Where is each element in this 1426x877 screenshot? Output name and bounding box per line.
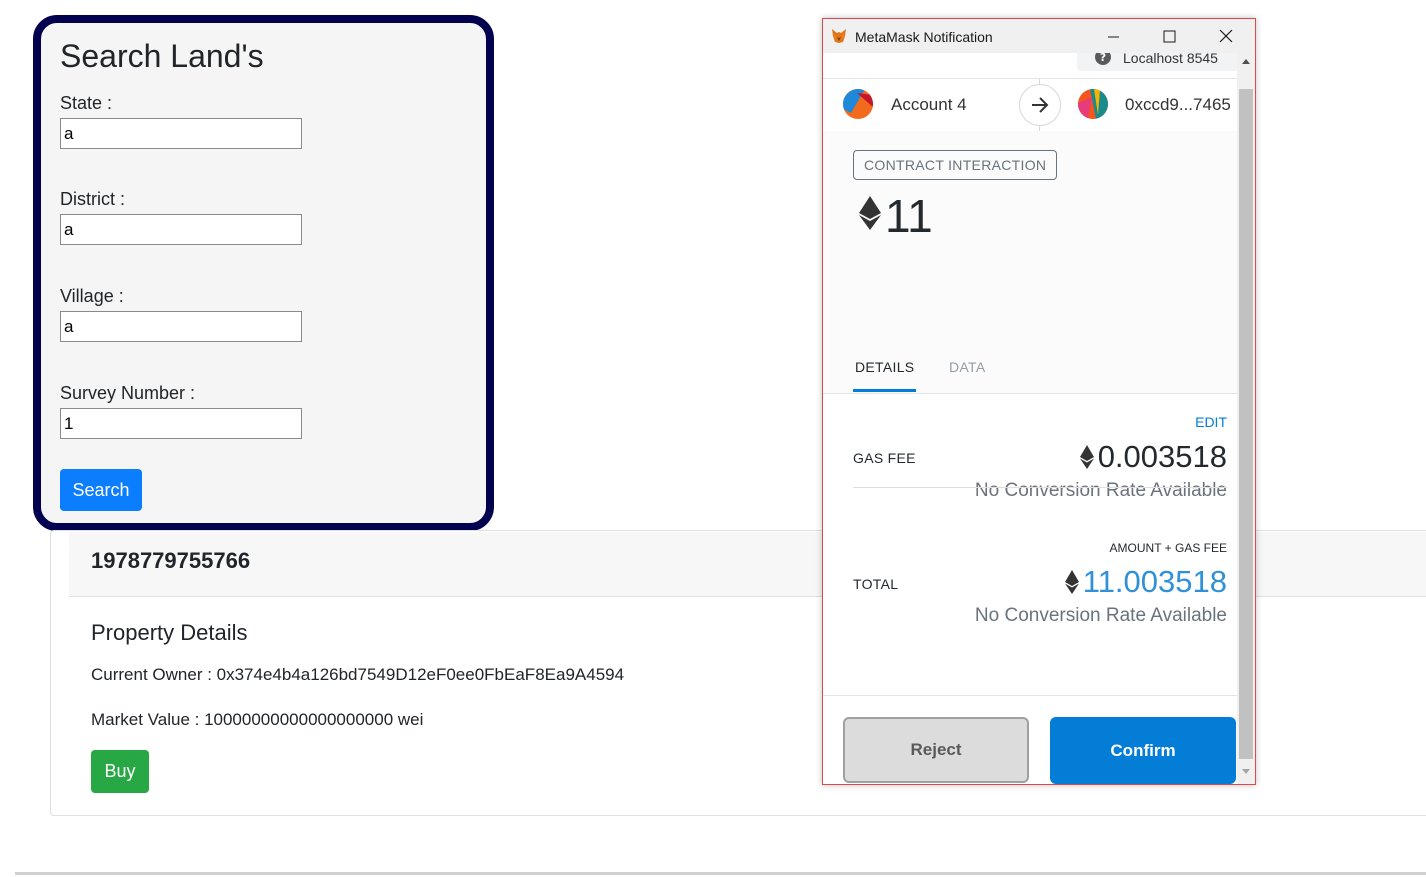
page-bottom-divider [15,872,1426,875]
network-name: Localhost 8545 [1123,53,1218,66]
metamask-window: MetaMask Notification ? Localhost 8545 A… [822,18,1256,785]
account-avatar-icon [1078,89,1108,119]
from-account-name: Account 4 [891,95,967,114]
transaction-summary: CONTRACT INTERACTION 11 [823,131,1237,341]
footer-divider [823,695,1237,696]
market-value-text: Market Value : 10000000000000000000 wei [91,710,424,729]
village-label: Village : [60,286,124,306]
survey-number-input[interactable] [60,408,302,439]
help-icon: ? [1095,53,1111,65]
scroll-up-icon[interactable] [1242,59,1250,64]
edit-gas-link[interactable]: EDIT [1195,414,1227,430]
details-tabs: DETAILS DATA [823,341,1237,394]
search-button[interactable]: Search [60,469,142,511]
to-account-address: 0xccd9...7465 [1125,95,1231,114]
state-input[interactable] [60,118,302,149]
search-title: Search Land's [60,38,264,74]
svg-text:?: ? [1100,53,1106,64]
tab-data[interactable]: DATA [949,359,985,375]
detail-divider [853,487,1227,488]
district-label: District : [60,189,125,209]
total-label: TOTAL [853,576,899,592]
account-avatar-icon [843,89,873,119]
total-conversion-text: No Conversion Rate Available [974,605,1227,626]
gas-fee-value: 0.003518 [1079,439,1227,475]
gas-fee-label: GAS FEE [853,450,916,466]
minimize-icon[interactable] [1099,25,1127,47]
transaction-amount: 11 [885,190,933,242]
metamask-content: ? Localhost 8545 Account 4 0xccd9...7465… [823,53,1237,784]
ethereum-icon [1079,445,1094,469]
arrow-circle [1019,84,1061,126]
scroll-thumb[interactable] [1239,89,1253,759]
arrow-right-icon [1032,97,1049,113]
maximize-icon[interactable] [1155,25,1183,47]
village-input[interactable] [60,311,302,342]
network-indicator[interactable]: ? Localhost 8545 [1077,53,1237,71]
scrollbar[interactable] [1237,53,1255,784]
window-title: MetaMask Notification [855,29,993,45]
account-row: Account 4 0xccd9...7465 [823,78,1237,132]
state-label: State : [60,93,113,113]
current-owner-text: Current Owner : 0x374e4b4a126bd7549D12eF… [91,665,625,684]
survey-number-label: Survey Number : [60,383,196,403]
gas-fee-amount: 0.003518 [1097,439,1227,474]
total-caption: AMOUNT + GAS FEE [1109,541,1227,555]
buy-button[interactable]: Buy [91,750,149,793]
scroll-down-icon[interactable] [1242,769,1250,774]
contract-interaction-badge: CONTRACT INTERACTION [853,150,1058,180]
confirm-button[interactable]: Confirm [1050,717,1236,784]
ethereum-icon [1064,570,1079,594]
property-details-title: Property Details [91,620,248,645]
tab-details[interactable]: DETAILS [855,359,914,375]
total-value: 11.003518 [1064,564,1227,600]
search-panel: Search Land's State : District : Village… [33,15,494,531]
close-icon[interactable] [1212,25,1240,47]
window-titlebar[interactable]: MetaMask Notification [823,19,1255,53]
reject-button[interactable]: Reject [843,717,1029,783]
district-input[interactable] [60,214,302,245]
ethereum-icon [859,196,881,230]
total-amount: 11.003518 [1082,564,1227,599]
active-tab-indicator [853,389,916,392]
fox-icon [832,29,846,43]
gas-conversion-text: No Conversion Rate Available [974,480,1227,501]
property-id: 1978779755766 [91,548,251,573]
